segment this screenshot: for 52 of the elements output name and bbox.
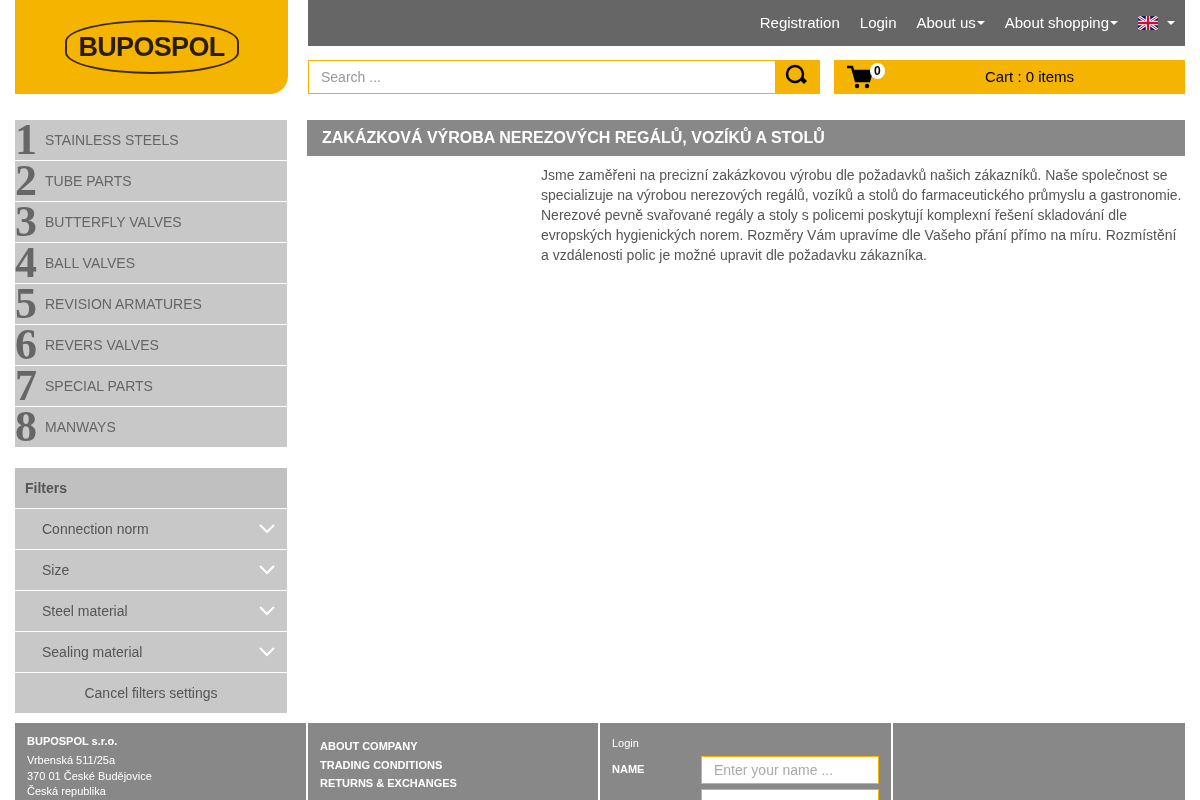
category-label: STAINLESS STEELS xyxy=(45,130,179,150)
category-label: REVISION ARMATURES xyxy=(45,294,202,314)
nav-link[interactable]: About us xyxy=(916,11,985,35)
cart-summary: Cart : 0 items xyxy=(983,66,1076,87)
page-title: ZAKÁZKOVÁ VÝROBA NEREZOVÝCH REGÁLŮ, VOZÍKŮ A STOLŮ xyxy=(307,120,1185,156)
field-label: NAME xyxy=(612,762,646,778)
chevron-down-icon xyxy=(259,647,275,657)
footer-link[interactable]: ABOUT COMPANY xyxy=(320,737,586,756)
category-number: 2 xyxy=(15,161,38,201)
caret-icon xyxy=(1167,21,1175,25)
flag-icon xyxy=(1138,16,1158,30)
address-line: 370 01 České Budějovice xyxy=(27,768,153,784)
category-label: REVERS VALVES xyxy=(45,335,159,355)
category-number: 7 xyxy=(15,366,38,406)
cart-bar[interactable]: 0 Cart : 0 items xyxy=(834,60,1185,94)
category-label: MANWAYS xyxy=(45,417,116,437)
category-label: TUBE PARTS xyxy=(45,171,132,191)
category-label: BALL VALVES xyxy=(45,253,135,273)
category-number: 1 xyxy=(15,120,38,160)
cart-icon xyxy=(847,65,873,89)
filter-toggle[interactable]: Size xyxy=(15,550,287,590)
login-heading: Login xyxy=(612,736,640,751)
login-field[interactable]: Enter your name ... xyxy=(701,755,879,784)
company-name: BUPOSPOL s.r.o. xyxy=(27,734,119,748)
address-line: Vrbenská 511/25a xyxy=(27,753,117,768)
chevron-down-icon xyxy=(259,524,275,534)
category-number: 6 xyxy=(15,325,38,365)
filter-toggle[interactable]: Connection norm xyxy=(15,509,287,549)
filters-header: Filters xyxy=(15,468,287,508)
footer-link[interactable]: RETURNS & EXCHANGES xyxy=(320,774,586,793)
nav-link[interactable]: About shopping xyxy=(1004,11,1118,35)
category-label: SPECIAL PARTS xyxy=(45,376,153,396)
category-number: 4 xyxy=(15,243,38,283)
filter-toggle[interactable]: Sealing material xyxy=(15,632,287,672)
search-button[interactable] xyxy=(776,60,820,94)
category-label: BUTTERFLY VALVES xyxy=(45,212,182,232)
footer-link[interactable]: TRADING CONDITIONS xyxy=(320,755,586,774)
chevron-down-icon xyxy=(259,565,275,575)
description-text: Jsme zaměřeni na precizní zakázkovou výrobu dle požadavků našich zákazníků. Naše společnost se specializuje na výrobou nerezových regálů, vozíků a stolů do farmaceutického průmyslu a gastronomie. Nerezové pevně svařované regály a stoly s policemi poskytují komplexní řešení skladování dle evropských hygienických norem. Rozměry Vám upravíme dle Vašeho přání přímo na míru. Rozmístění a vzdálenosti polic je možné upravit dle požadavku zákazníka. xyxy=(541,166,1183,265)
logo[interactable]: BUPOSPOL xyxy=(64,20,239,74)
address-line: Česká republika xyxy=(27,784,107,799)
search-field[interactable]: Search ... xyxy=(308,60,776,94)
nav-link[interactable]: Login xyxy=(859,11,897,35)
filter-toggle[interactable]: Steel material xyxy=(15,591,287,631)
language-selector[interactable] xyxy=(1138,16,1175,30)
category-number: 3 xyxy=(15,202,38,242)
chevron-down-icon xyxy=(259,606,275,616)
nav-link[interactable]: Registration xyxy=(759,11,840,35)
cart-count-badge: 0 xyxy=(870,63,885,79)
cancel-filters-button[interactable]: Cancel filters settings xyxy=(15,673,287,713)
category-number: 5 xyxy=(15,284,38,324)
category-number: 8 xyxy=(15,407,38,447)
